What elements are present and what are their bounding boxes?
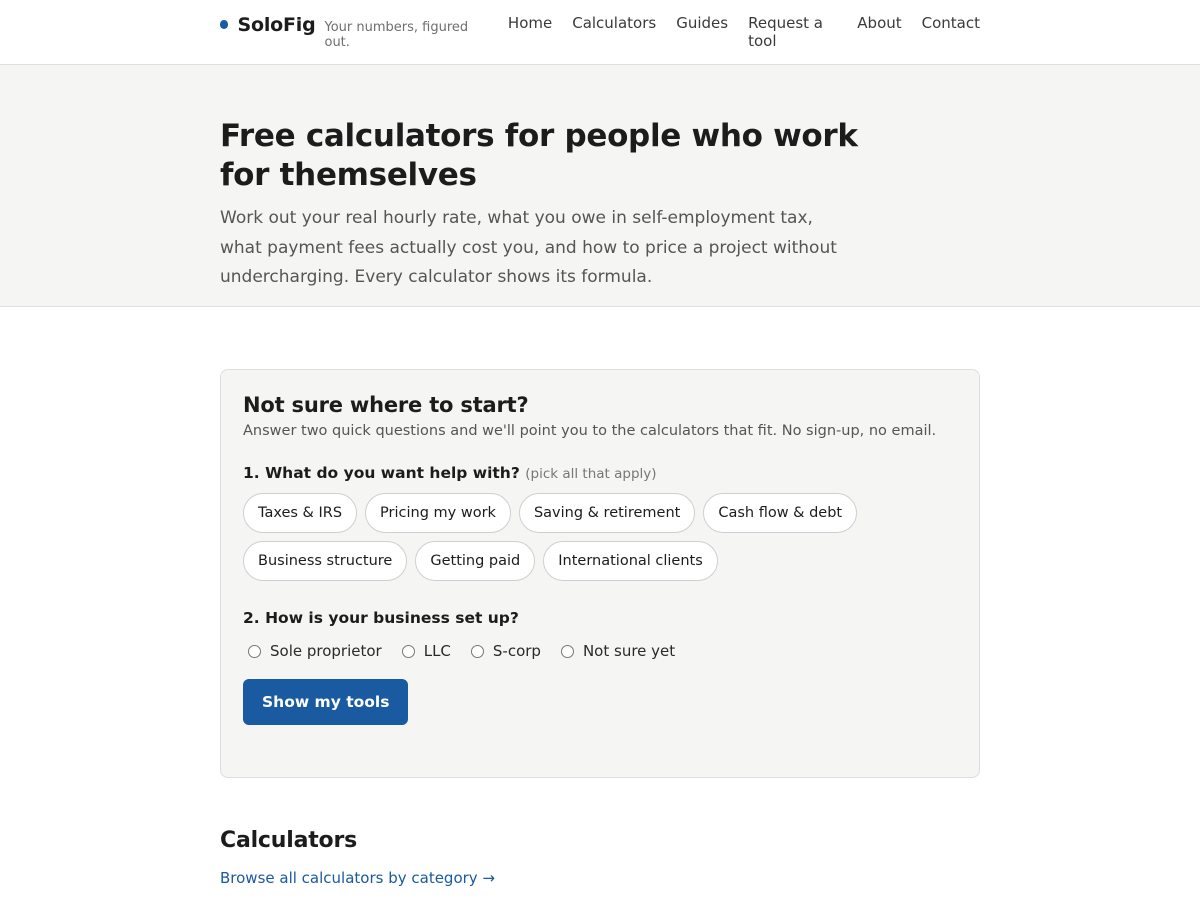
radio-label: Not sure yet bbox=[582, 642, 676, 660]
nav-request-tool[interactable]: Request a tool bbox=[748, 14, 837, 50]
radio-circle-icon[interactable] bbox=[401, 644, 415, 658]
radio-s-corp[interactable]: S-corp bbox=[470, 642, 541, 660]
radio-llc[interactable]: LLC bbox=[401, 642, 451, 660]
header-inner: SoloFig Your numbers, figured out. Home … bbox=[220, 0, 980, 64]
chip-business-structure[interactable]: Business structure bbox=[243, 541, 408, 581]
brand-tagline: Your numbers, figured out. bbox=[324, 20, 469, 50]
calculators-heading: Calculators bbox=[220, 828, 357, 853]
hero-inner: Free calculators for people who work for… bbox=[220, 65, 980, 293]
chip-pricing-my-work[interactable]: Pricing my work bbox=[365, 493, 511, 533]
radio-circle-icon[interactable] bbox=[470, 644, 484, 658]
question-1-hint: (pick all that apply) bbox=[525, 466, 657, 482]
tool-finder-card: Not sure where to start? Answer two quic… bbox=[220, 369, 980, 778]
hero-title: Free calculators for people who work for… bbox=[220, 118, 858, 193]
radio-label: LLC bbox=[423, 642, 451, 660]
main-nav: Home Calculators Guides Request a tool A… bbox=[488, 14, 980, 50]
chip-getting-paid[interactable]: Getting paid bbox=[415, 541, 536, 581]
nav-about[interactable]: About bbox=[857, 14, 901, 50]
brand-dot-icon bbox=[220, 20, 229, 29]
hero: Free calculators for people who work for… bbox=[0, 65, 1200, 307]
show-my-tools-button[interactable]: Show my tools bbox=[243, 679, 409, 725]
brand[interactable]: SoloFig Your numbers, figured out. bbox=[220, 14, 488, 50]
topic-chips: Taxes & IRS Pricing my work Saving & ret… bbox=[243, 493, 943, 589]
radio-circle-icon[interactable] bbox=[248, 644, 261, 658]
nav-contact[interactable]: Contact bbox=[922, 14, 980, 50]
finder-title: Not sure where to start? bbox=[243, 393, 529, 417]
radio-label: Sole proprietor bbox=[270, 642, 382, 660]
brand-name[interactable]: SoloFig bbox=[237, 14, 315, 36]
question-1-label: 1. What do you want help with? (pick all… bbox=[243, 464, 957, 482]
chip-international-clients[interactable]: International clients bbox=[543, 541, 718, 581]
site-header: SoloFig Your numbers, figured out. Home … bbox=[0, 0, 1200, 65]
question-1-text: 1. What do you want help with? bbox=[243, 464, 520, 482]
nav-home[interactable]: Home bbox=[508, 14, 552, 50]
radio-circle-icon[interactable] bbox=[560, 644, 574, 658]
finder-subtitle: Answer two quick questions and we'll poi… bbox=[243, 423, 937, 439]
radio-sole-proprietor[interactable]: Sole proprietor bbox=[248, 642, 382, 660]
radio-not-sure-yet[interactable]: Not sure yet bbox=[560, 642, 676, 660]
hero-description: Work out your real hourly rate, what you… bbox=[220, 208, 837, 287]
structure-radio-group: Sole proprietor LLC S-corp Not sure yet bbox=[248, 642, 957, 660]
radio-label: S-corp bbox=[492, 642, 541, 660]
browse-calculators-link[interactable]: Browse all calculators by category → bbox=[220, 869, 495, 887]
main-content: Not sure where to start? Answer two quic… bbox=[220, 369, 980, 887]
nav-guides[interactable]: Guides bbox=[676, 14, 728, 50]
nav-calculators[interactable]: Calculators bbox=[572, 14, 656, 50]
chip-saving-retirement[interactable]: Saving & retirement bbox=[518, 493, 696, 533]
chip-cash-flow-debt[interactable]: Cash flow & debt bbox=[703, 493, 858, 533]
chip-taxes-irs[interactable]: Taxes & IRS bbox=[243, 493, 358, 533]
question-2-label: 2. How is your business set up? bbox=[243, 609, 519, 627]
